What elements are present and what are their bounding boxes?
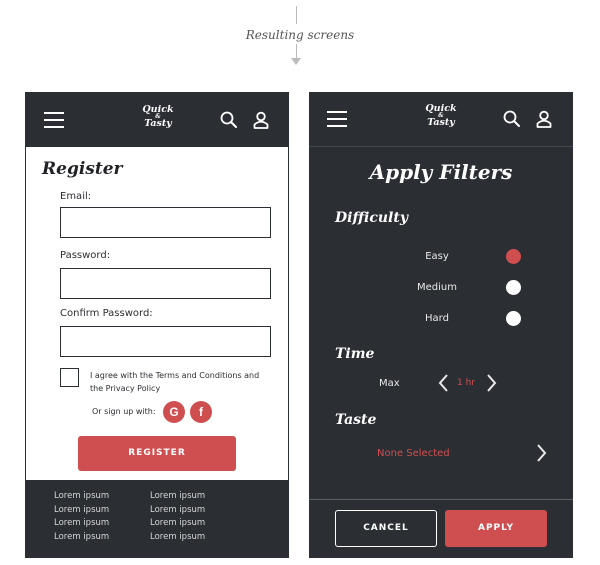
footer-link[interactable]: Lorem ipsum (54, 504, 109, 518)
app-bar: Quick & Tasty (309, 92, 573, 146)
email-field[interactable] (60, 207, 271, 238)
footer-column-1: Lorem ipsum Lorem ipsum Lorem ipsum Lore… (54, 490, 109, 544)
difficulty-option-medium-label: Medium (417, 282, 457, 293)
taste-heading: Taste (335, 412, 377, 428)
footer-link[interactable]: Lorem ipsum (150, 504, 205, 518)
divider-line (296, 6, 297, 24)
arrow-down-icon (291, 58, 301, 65)
divider (309, 146, 573, 147)
hamburger-icon[interactable] (44, 112, 64, 128)
difficulty-option-hard-label: Hard (425, 313, 449, 324)
footer-link[interactable]: Lorem ipsum (54, 517, 109, 531)
register-button[interactable]: REGISTER (78, 436, 236, 471)
footer-link[interactable]: Lorem ipsum (150, 517, 205, 531)
search-icon[interactable] (502, 109, 522, 129)
footer-column-2: Lorem ipsum Lorem ipsum Lorem ipsum Lore… (150, 490, 205, 544)
register-screen: Quick & Tasty Register Email: Password: … (25, 92, 289, 558)
footer-link[interactable]: Lorem ipsum (150, 490, 205, 504)
difficulty-heading: Difficulty (335, 210, 408, 226)
cancel-button[interactable]: CANCEL (335, 510, 437, 547)
hamburger-icon[interactable] (327, 111, 347, 127)
difficulty-radio-medium[interactable] (506, 280, 521, 295)
user-icon[interactable] (251, 110, 271, 130)
apply-button[interactable]: APPLY (445, 510, 547, 547)
footer-link[interactable]: Lorem ipsum (54, 490, 109, 504)
page-title: Register (42, 159, 123, 179)
email-label: Email: (60, 191, 92, 202)
time-value: 1 hr (457, 378, 475, 388)
page-title: Apply Filters (369, 160, 513, 184)
chevron-right-icon[interactable] (533, 443, 549, 463)
chevron-left-icon[interactable] (436, 373, 452, 393)
terms-checkbox[interactable] (60, 368, 79, 387)
arrow-line (296, 44, 297, 58)
user-icon[interactable] (534, 109, 554, 129)
logo[interactable]: Quick & Tasty (136, 105, 180, 129)
confirm-password-label: Confirm Password: (60, 308, 153, 319)
password-field[interactable] (60, 268, 271, 299)
google-signup-button[interactable]: G (163, 401, 185, 423)
facebook-signup-button[interactable]: f (190, 401, 212, 423)
logo[interactable]: Quick & Tasty (419, 104, 463, 128)
filters-screen: Quick & Tasty Apply Filters Difficulty E… (309, 92, 573, 558)
chevron-right-icon[interactable] (483, 373, 499, 393)
footer: Lorem ipsum Lorem ipsum Lorem ipsum Lore… (26, 480, 288, 557)
caption: Resulting screens (245, 28, 355, 42)
difficulty-radio-easy[interactable] (506, 249, 521, 264)
difficulty-radio-hard[interactable] (506, 311, 521, 326)
logo-line2: Tasty (144, 118, 172, 129)
time-max-label: Max (379, 378, 400, 389)
time-heading: Time (335, 346, 375, 362)
search-icon[interactable] (219, 110, 239, 130)
difficulty-option-easy-label: Easy (425, 251, 449, 262)
social-signup-label: Or sign up with: (92, 407, 156, 416)
password-label: Password: (60, 250, 111, 261)
confirm-password-field[interactable] (60, 326, 271, 357)
taste-value[interactable]: None Selected (377, 448, 450, 459)
terms-text: I agree with the Terms and Conditions an… (90, 371, 260, 393)
footer-link[interactable]: Lorem ipsum (54, 531, 109, 545)
app-bar: Quick & Tasty (26, 93, 288, 147)
footer-link[interactable]: Lorem ipsum (150, 531, 205, 545)
logo-line2: Tasty (427, 117, 455, 128)
